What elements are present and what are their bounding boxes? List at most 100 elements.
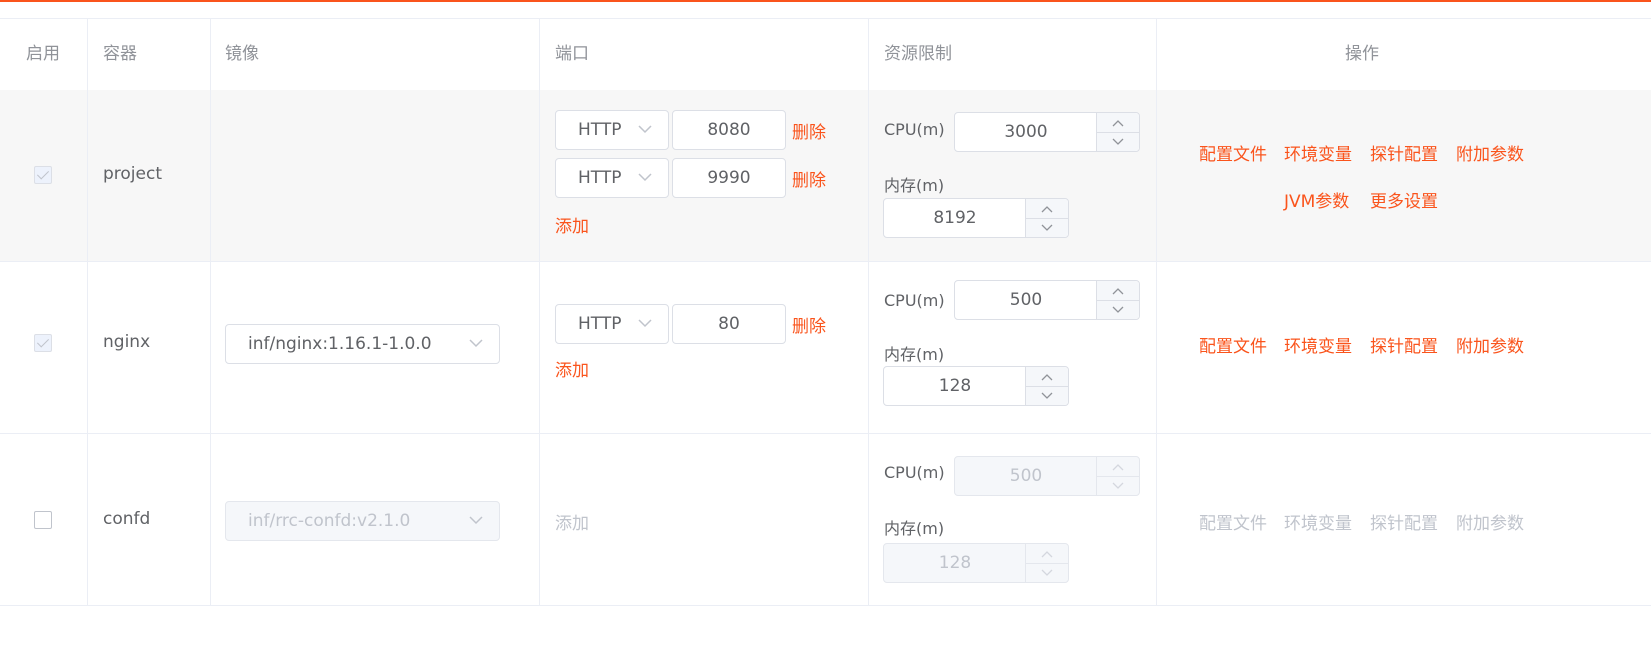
env-vars-link[interactable]: 环境变量: [1284, 332, 1352, 357]
column-divider: [539, 19, 540, 90]
check-icon: [36, 167, 50, 180]
column-divider: [868, 434, 869, 605]
enable-checkbox[interactable]: [34, 511, 52, 529]
chevron-up-icon: [1041, 550, 1053, 557]
increase-button[interactable]: [1097, 281, 1139, 301]
extra-params-link[interactable]: 附加参数: [1456, 509, 1524, 534]
check-icon: [36, 335, 50, 348]
decrease-button[interactable]: [1026, 218, 1068, 237]
decrease-button[interactable]: [1026, 386, 1068, 405]
memory-input[interactable]: 128: [883, 543, 1069, 583]
probe-config-link[interactable]: 探针配置: [1370, 332, 1438, 357]
port-input[interactable]: 8080: [672, 110, 786, 150]
stepper-controls: [1096, 281, 1139, 319]
chevron-down-icon: [469, 339, 483, 348]
cpu-input[interactable]: 3000: [954, 112, 1140, 152]
config-file-link[interactable]: 配置文件: [1199, 332, 1267, 357]
image-select[interactable]: inf/rrc-confd:v2.1.0: [225, 501, 500, 541]
chevron-down-icon: [638, 173, 652, 182]
memory-input[interactable]: 128: [883, 366, 1069, 406]
delete-port-link[interactable]: 删除: [792, 312, 826, 337]
cpu-label: CPU(m): [884, 291, 945, 310]
column-divider: [539, 90, 540, 261]
table-row: project HTTP 8080 删除 HTTP 9990 删除 添加 CPU…: [0, 90, 1651, 262]
column-divider: [1156, 262, 1157, 433]
cpu-input[interactable]: 500: [954, 456, 1140, 496]
memory-label: 内存(m): [884, 176, 945, 195]
protocol-select[interactable]: HTTP: [555, 110, 669, 150]
protocol-select[interactable]: HTTP: [555, 158, 669, 198]
protocol-select[interactable]: HTTP: [555, 304, 669, 344]
increase-button[interactable]: [1026, 367, 1068, 387]
cpu-label: CPU(m): [884, 463, 945, 482]
table-header: 启用 容器 镜像 端口 资源限制 操作: [0, 18, 1651, 91]
protocol-value: HTTP: [578, 168, 622, 188]
delete-port-link[interactable]: 删除: [792, 118, 826, 143]
column-divider: [210, 19, 211, 90]
port-input[interactable]: 9990: [672, 158, 786, 198]
header-enable: 启用: [26, 44, 60, 64]
stepper-controls: [1096, 113, 1139, 151]
add-port-link[interactable]: 添加: [555, 509, 589, 534]
stepper-controls: [1025, 367, 1068, 405]
container-name: nginx: [103, 332, 151, 352]
column-divider: [87, 434, 88, 605]
increase-button[interactable]: [1026, 199, 1068, 219]
decrease-button[interactable]: [1097, 476, 1139, 495]
chevron-down-icon: [1041, 392, 1053, 399]
chevron-up-icon: [1112, 287, 1124, 294]
cpu-label: CPU(m): [884, 120, 945, 139]
chevron-down-icon: [1112, 138, 1124, 145]
header-port: 端口: [555, 44, 589, 64]
enable-checkbox[interactable]: [34, 166, 52, 184]
memory-value: 128: [938, 553, 972, 573]
decrease-button[interactable]: [1026, 563, 1068, 582]
stepper-controls: [1025, 544, 1068, 582]
decrease-button[interactable]: [1097, 300, 1139, 319]
stepper-controls: [1025, 199, 1068, 237]
probe-config-link[interactable]: 探针配置: [1370, 509, 1438, 534]
jvm-params-link[interactable]: JVM参数: [1284, 187, 1349, 212]
chevron-down-icon: [1041, 224, 1053, 231]
extra-params-link[interactable]: 附加参数: [1456, 332, 1524, 357]
add-port-link[interactable]: 添加: [555, 356, 589, 381]
extra-params-link[interactable]: 附加参数: [1456, 140, 1524, 165]
column-divider: [87, 19, 88, 90]
increase-button[interactable]: [1097, 113, 1139, 133]
port-input[interactable]: 80: [672, 304, 786, 344]
config-file-link[interactable]: 配置文件: [1199, 140, 1267, 165]
chevron-down-icon: [1112, 306, 1124, 313]
decrease-button[interactable]: [1097, 132, 1139, 151]
chevron-down-icon: [638, 125, 652, 134]
config-file-link[interactable]: 配置文件: [1199, 509, 1267, 534]
memory-value: 8192: [933, 208, 977, 228]
probe-config-link[interactable]: 探针配置: [1370, 140, 1438, 165]
column-divider: [868, 19, 869, 90]
enable-checkbox[interactable]: [34, 334, 52, 352]
cpu-input[interactable]: 500: [954, 280, 1140, 320]
chevron-down-icon: [469, 516, 483, 525]
more-settings-link[interactable]: 更多设置: [1370, 187, 1438, 212]
column-divider: [1156, 19, 1157, 90]
delete-port-link[interactable]: 删除: [792, 166, 826, 191]
chevron-up-icon: [1041, 373, 1053, 380]
image-value: inf/nginx:1.16.1-1.0.0: [248, 334, 432, 354]
memory-input[interactable]: 8192: [883, 198, 1069, 238]
memory-label: 内存(m): [884, 345, 945, 364]
env-vars-link[interactable]: 环境变量: [1284, 140, 1352, 165]
increase-button[interactable]: [1097, 457, 1139, 477]
column-divider: [1156, 434, 1157, 605]
protocol-value: HTTP: [578, 120, 622, 140]
column-divider: [210, 90, 211, 261]
increase-button[interactable]: [1026, 544, 1068, 564]
image-select[interactable]: inf/nginx:1.16.1-1.0.0: [225, 324, 500, 364]
column-divider: [868, 90, 869, 261]
add-port-link[interactable]: 添加: [555, 212, 589, 237]
env-vars-link[interactable]: 环境变量: [1284, 509, 1352, 534]
column-divider: [539, 262, 540, 433]
stepper-controls: [1096, 457, 1139, 495]
header-container: 容器: [103, 44, 137, 64]
column-divider: [210, 434, 211, 605]
header-image: 镜像: [225, 44, 259, 64]
header-action: 操作: [1345, 44, 1379, 64]
